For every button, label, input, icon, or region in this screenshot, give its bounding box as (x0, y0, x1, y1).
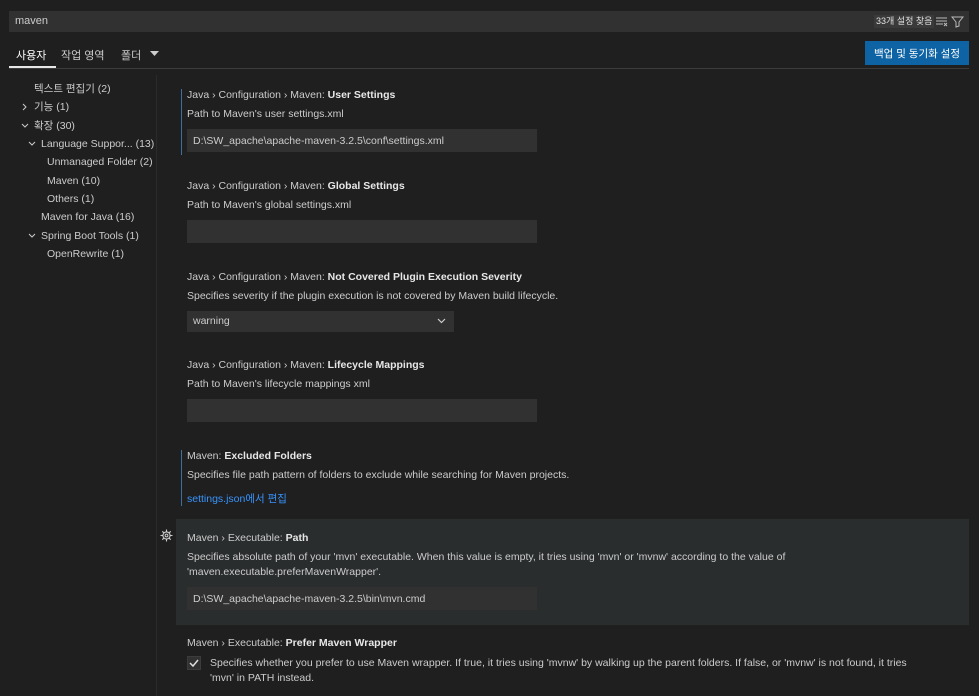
setting-title-wrapper: Maven › Executable: Prefer Maven Wrapper (187, 637, 397, 649)
toc-item-label: Maven (10) (47, 175, 101, 187)
severity-select-value: warning (193, 315, 230, 327)
setting-title-user-settings: Java › Configuration › Maven: User Setti… (187, 89, 396, 101)
global-settings-input[interactable] (187, 220, 537, 243)
chevron-down-icon (28, 233, 36, 238)
prefer-maven-wrapper-checkbox[interactable] (187, 656, 201, 670)
toc-item-label: Language Suppor... (13) (41, 138, 155, 150)
toc-item-label: Spring Boot Tools (1) (41, 230, 139, 242)
toc-item-label: 기능 (1) (34, 101, 70, 113)
executable-path-input[interactable] (187, 587, 537, 610)
toc-item-features[interactable]: 기능 (1) (22, 100, 70, 114)
setting-desc-lifecycle: Path to Maven's lifecycle mappings xml (187, 378, 370, 390)
setting-desc-global-settings: Path to Maven's global settings.xml (187, 199, 352, 211)
setting-desc-wrapper-line2: 'mvn' in PATH instead. (210, 672, 314, 684)
folder-dropdown-chevron-icon[interactable] (150, 51, 159, 57)
checkmark-icon (189, 659, 199, 668)
setting-title-excluded-folders: Maven: Excluded Folders (187, 450, 312, 462)
gear-icon[interactable] (160, 529, 173, 542)
filter-icon[interactable] (951, 15, 964, 28)
setting-title-severity: Java › Configuration › Maven: Not Covere… (187, 271, 522, 283)
tab-folder[interactable]: 폴더 (121, 47, 141, 63)
toc-divider (156, 75, 157, 696)
settings-search-input[interactable] (15, 14, 715, 28)
toc-item-label: 확장 (30) (34, 120, 75, 132)
setting-desc-exec-path-line2: 'maven.executable.preferMavenWrapper'. (187, 566, 382, 578)
toc-item-others[interactable]: Others (1) (47, 192, 94, 206)
tab-user[interactable]: 사용자 (16, 47, 46, 63)
clear-filter-icon[interactable] (935, 15, 948, 28)
lifecycle-mappings-input[interactable] (187, 399, 537, 422)
modified-indicator (181, 89, 182, 155)
toc-item-text-editor[interactable]: 텍스트 편집기 (2) (34, 82, 111, 96)
setting-desc-severity: Specifies severity if the plugin executi… (187, 290, 559, 302)
setting-title-lifecycle: Java › Configuration › Maven: Lifecycle … (187, 359, 425, 371)
toc-item-label: Others (1) (47, 193, 95, 205)
toc-item-label: 텍스트 편집기 (2) (34, 83, 111, 95)
toc-item-maven[interactable]: Maven (10) (47, 174, 100, 188)
toc-item-extensions[interactable]: 확장 (30) (21, 119, 75, 133)
toc-item-label: Maven for Java (16) (41, 211, 135, 223)
user-settings-input[interactable] (187, 129, 537, 152)
settings-search-bar: 33개 설정 찾음 (9, 11, 969, 32)
toc-item-language-support[interactable]: Language Suppor... (13) (28, 137, 155, 151)
toc-item-label: OpenRewrite (1) (47, 248, 125, 260)
setting-desc-exec-path-line1: Specifies absolute path of your 'mvn' ex… (187, 551, 786, 563)
chevron-right-icon (22, 103, 27, 111)
setting-title-global-settings: Java › Configuration › Maven: Global Set… (187, 180, 405, 192)
tab-divider (9, 68, 969, 69)
toc-item-label: Unmanaged Folder (2) (47, 156, 153, 168)
severity-select[interactable]: warning (187, 311, 454, 332)
setting-desc-excluded-folders: Specifies file path pattern of folders t… (187, 469, 570, 481)
search-result-count: 33개 설정 찾음 (874, 15, 935, 28)
toc-item-spring-boot-tools[interactable]: Spring Boot Tools (1) (28, 229, 139, 243)
chevron-down-icon (21, 123, 29, 128)
modified-indicator (181, 450, 182, 506)
setting-desc-wrapper-line1: Specifies whether you prefer to use Mave… (210, 657, 907, 669)
toc-item-maven-for-java[interactable]: Maven for Java (16) (41, 210, 134, 224)
edit-in-settings-json-link[interactable]: settings.json에서 편집 (187, 491, 287, 506)
chevron-down-icon (28, 141, 36, 146)
chevron-down-icon (437, 318, 446, 324)
setting-desc-user-settings: Path to Maven's user settings.xml (187, 108, 344, 120)
setting-title-exec-path: Maven › Executable: Path (187, 532, 309, 544)
tab-workspace[interactable]: 작업 영역 (61, 47, 105, 63)
toc-item-openrewrite[interactable]: OpenRewrite (1) (47, 247, 124, 261)
toc-item-unmanaged-folder[interactable]: Unmanaged Folder (2) (47, 155, 153, 169)
backup-sync-button[interactable]: 백업 및 동기화 설정 (865, 41, 969, 65)
